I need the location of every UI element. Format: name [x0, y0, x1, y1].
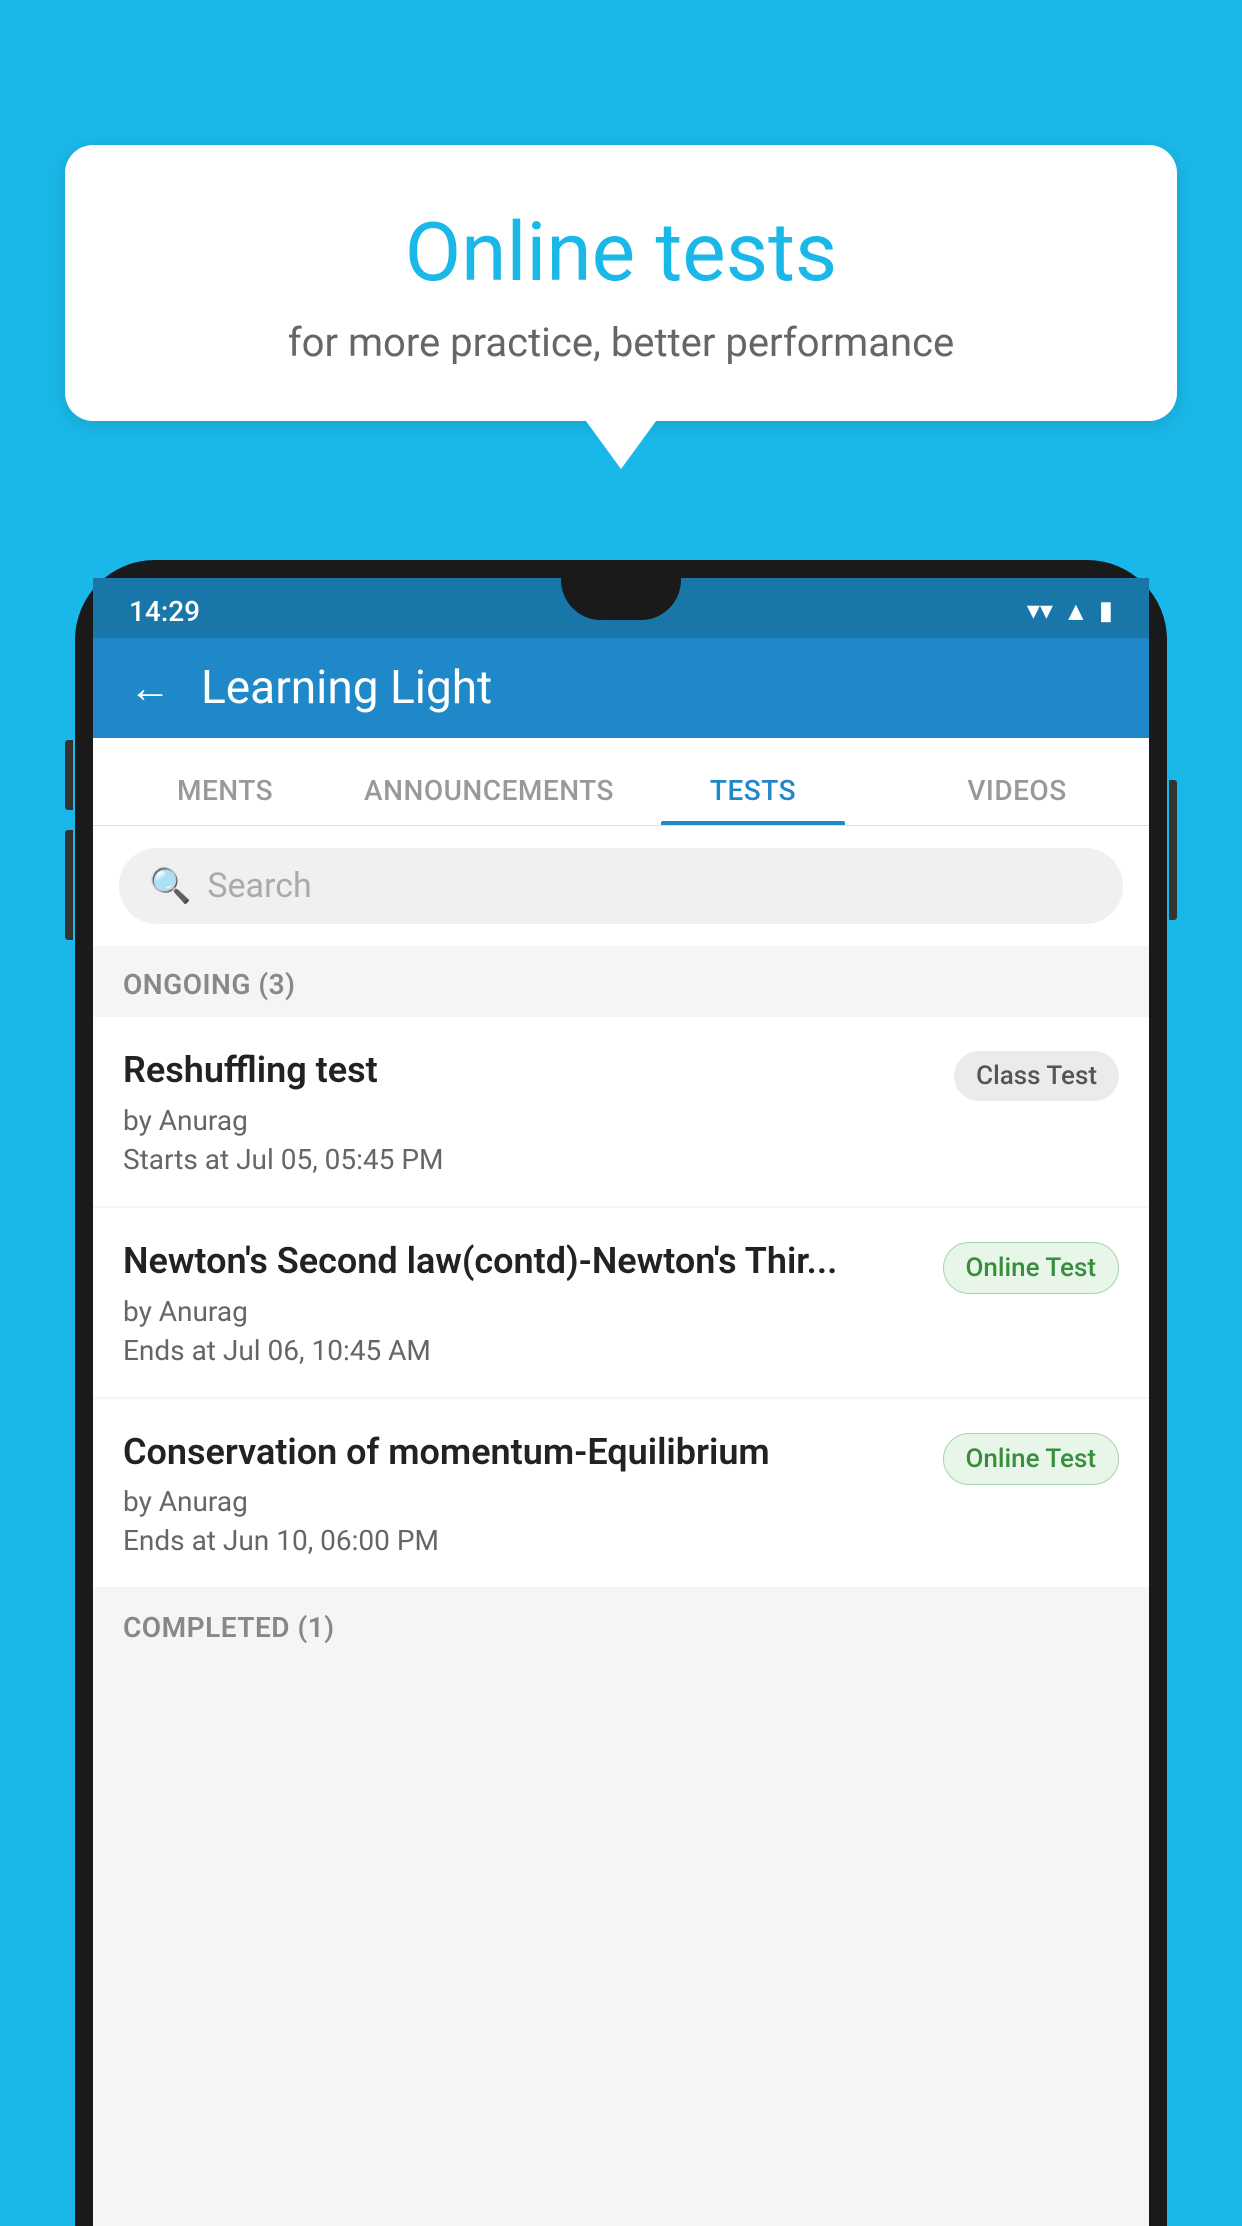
test-badge-2: Online Test: [943, 1242, 1120, 1294]
test-badge-1: Class Test: [954, 1051, 1119, 1101]
test-title-3: Conservation of momentum-Equilibrium: [123, 1429, 923, 1476]
tab-bar: MENTS ANNOUNCEMENTS TESTS VIDEOS: [93, 738, 1149, 826]
phone-button-power: [1169, 780, 1177, 920]
phone-screen: 14:29 ▾▾ ▲ ▮ ← Learning Light MENTS ANNO…: [93, 578, 1149, 2226]
tab-videos[interactable]: VIDEOS: [885, 774, 1149, 825]
test-author-1: by Anurag: [123, 1104, 934, 1137]
tab-ments[interactable]: MENTS: [93, 774, 357, 825]
search-container: 🔍 Search: [93, 826, 1149, 946]
test-time-2: Ends at Jul 06, 10:45 AM: [123, 1334, 923, 1367]
search-placeholder: Search: [207, 866, 311, 906]
speech-bubble: Online tests for more practice, better p…: [65, 145, 1177, 421]
phone-button-volume-down: [65, 830, 73, 940]
status-time: 14:29: [129, 595, 200, 628]
back-button[interactable]: ←: [129, 664, 171, 713]
battery-icon: ▮: [1099, 596, 1113, 626]
app-title: Learning Light: [201, 661, 492, 715]
phone-outer: 14:29 ▾▾ ▲ ▮ ← Learning Light MENTS ANNO…: [75, 560, 1167, 2226]
speech-bubble-subtitle: for more practice, better performance: [145, 319, 1097, 366]
test-time-1: Starts at Jul 05, 05:45 PM: [123, 1143, 934, 1176]
speech-bubble-container: Online tests for more practice, better p…: [65, 145, 1177, 421]
app-header: ← Learning Light: [93, 638, 1149, 738]
test-author-2: by Anurag: [123, 1295, 923, 1328]
tab-tests[interactable]: TESTS: [621, 774, 885, 825]
signal-icon: ▲: [1063, 596, 1089, 627]
test-info-3: Conservation of momentum-Equilibrium by …: [123, 1429, 923, 1558]
test-info-1: Reshuffling test by Anurag Starts at Jul…: [123, 1047, 934, 1176]
test-time-3: Ends at Jun 10, 06:00 PM: [123, 1524, 923, 1557]
test-item-newton[interactable]: Newton's Second law(contd)-Newton's Thir…: [93, 1208, 1149, 1397]
completed-section-header: COMPLETED (1): [93, 1589, 1149, 1660]
test-title-2: Newton's Second law(contd)-Newton's Thir…: [123, 1238, 923, 1285]
phone-mockup: 14:29 ▾▾ ▲ ▮ ← Learning Light MENTS ANNO…: [75, 560, 1167, 2208]
test-author-3: by Anurag: [123, 1485, 923, 1518]
search-icon: 🔍: [149, 866, 191, 906]
ongoing-section-header: ONGOING (3): [93, 946, 1149, 1017]
phone-button-volume-up: [65, 740, 73, 810]
test-item-conservation[interactable]: Conservation of momentum-Equilibrium by …: [93, 1399, 1149, 1588]
phone-content: 🔍 Search ONGOING (3) Reshuffling test by…: [93, 826, 1149, 2226]
test-badge-3: Online Test: [943, 1433, 1120, 1485]
status-icons: ▾▾ ▲ ▮: [1027, 596, 1113, 627]
search-bar[interactable]: 🔍 Search: [119, 848, 1123, 924]
test-item-reshuffling[interactable]: Reshuffling test by Anurag Starts at Jul…: [93, 1017, 1149, 1206]
test-title-1: Reshuffling test: [123, 1047, 934, 1094]
speech-bubble-title: Online tests: [145, 205, 1097, 301]
test-info-2: Newton's Second law(contd)-Newton's Thir…: [123, 1238, 923, 1367]
wifi-icon: ▾▾: [1027, 596, 1053, 626]
tab-announcements[interactable]: ANNOUNCEMENTS: [357, 774, 621, 825]
